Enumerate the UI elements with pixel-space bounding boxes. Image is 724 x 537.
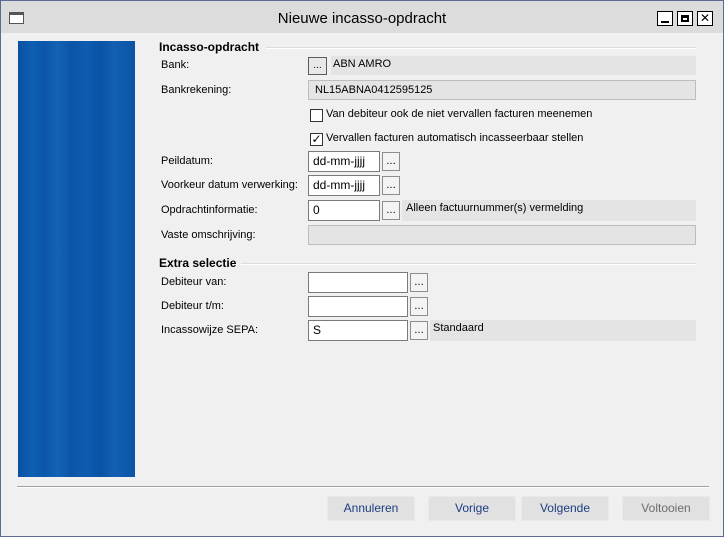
window-title: Nieuwe incasso-opdracht — [277, 10, 447, 27]
dialog-window: Nieuwe incasso-opdracht ✕ Incasso-opdrac… — [0, 0, 724, 537]
opdrachtinfo-label: Opdrachtinformatie: — [161, 204, 258, 216]
peildatum-picker-button[interactable]: ... — [382, 152, 400, 171]
vervallen-label: Vervallen facturen automatisch incasseer… — [326, 132, 584, 144]
minimize-icon — [661, 21, 669, 23]
bankrekening-label: Bankrekening: — [161, 84, 232, 96]
debiteur-van-input[interactable] — [308, 272, 408, 293]
voorkeur-picker-button[interactable]: ... — [382, 176, 400, 195]
volgende-button[interactable]: Volgende — [521, 496, 609, 521]
bank-select-button[interactable]: ... — [308, 57, 327, 75]
voorkeur-label: Voorkeur datum verwerking: — [161, 179, 298, 191]
bank-label: Bank: — [161, 59, 190, 71]
incassowijze-label: Incassowijze SEPA: — [161, 324, 259, 336]
debiteur-van-label: Debiteur van: — [161, 276, 227, 288]
opdrachtinfo-select-button[interactable]: ... — [382, 201, 400, 220]
debiteur-tm-label: Debiteur t/m: — [161, 300, 224, 312]
incassowijze-select-button[interactable]: ... — [410, 321, 428, 340]
debiteur-tm-input[interactable] — [308, 296, 408, 317]
niet-vervallen-checkbox[interactable] — [310, 109, 323, 122]
peildatum-input[interactable]: dd-mm-jjjj — [308, 151, 380, 172]
opdrachtinfo-description: Alleen factuurnummer(s) vermelding — [402, 200, 696, 221]
section-title-extra-selectie: Extra selectie — [159, 256, 237, 270]
incassowijze-description: Standaard — [430, 320, 696, 341]
section-title-incasso: Incasso-opdracht — [159, 40, 260, 54]
title-bar[interactable]: Nieuwe incasso-opdracht ✕ — [1, 1, 723, 33]
close-icon: ✕ — [699, 11, 711, 25]
bankrekening-field: NL15ABNA0412595125 — [308, 80, 696, 100]
bank-value: ABN AMRO — [331, 56, 696, 75]
voltooien-button[interactable]: Voltooien — [622, 496, 710, 521]
incassowijze-input[interactable]: S — [308, 320, 408, 341]
section-divider — [241, 263, 696, 265]
vaste-omschrijving-field — [308, 225, 696, 245]
footer-separator — [17, 486, 709, 488]
minimize-button[interactable] — [657, 11, 673, 26]
vervallen-checkbox[interactable]: ✓ — [310, 133, 323, 146]
opdrachtinfo-input[interactable]: 0 — [308, 200, 380, 221]
voorkeur-input[interactable]: dd-mm-jjjj — [308, 175, 380, 196]
section-divider — [266, 47, 696, 49]
annuleren-button[interactable]: Annuleren — [327, 496, 415, 521]
close-button[interactable]: ✕ — [697, 11, 713, 26]
debiteur-van-select-button[interactable]: ... — [410, 273, 428, 292]
maximize-button[interactable] — [677, 11, 693, 26]
peildatum-label: Peildatum: — [161, 155, 213, 167]
vorige-button[interactable]: Vorige — [428, 496, 516, 521]
niet-vervallen-label: Van debiteur ook de niet vervallen factu… — [326, 108, 593, 120]
maximize-icon — [681, 15, 689, 22]
debiteur-tm-select-button[interactable]: ... — [410, 297, 428, 316]
vaste-omschrijving-label: Vaste omschrijving: — [161, 229, 256, 241]
side-banner — [18, 41, 135, 477]
